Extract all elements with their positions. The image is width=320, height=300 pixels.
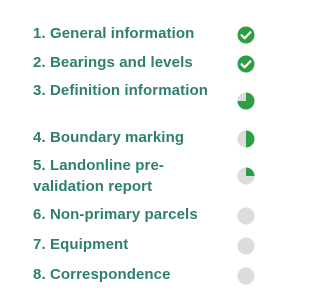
step-equipment[interactable]: 7. Equipment — [0, 234, 271, 258]
empty-circle-icon — [237, 207, 255, 225]
step-label: 6. Non-primary parcels — [33, 206, 198, 223]
step-landonline-pre-validation-report[interactable]: 5. Landonline pre-validation report — [0, 155, 271, 197]
step-label: 2. Bearings and levels — [33, 54, 193, 71]
status-graphic — [237, 237, 255, 255]
empty-circle-icon — [237, 267, 255, 285]
progress-pie-icon — [237, 167, 255, 185]
status-graphic — [237, 130, 255, 148]
progress-wedge — [246, 130, 255, 148]
status-graphic — [237, 26, 255, 44]
step-progress-panel: 1. General information 2. Bearings and l… — [0, 0, 271, 300]
status-graphic — [237, 55, 255, 73]
status-graphic — [237, 167, 255, 185]
status-circle — [237, 26, 255, 44]
check-circle-icon — [237, 55, 255, 73]
step-bearings-and-levels[interactable]: 2. Bearings and levels — [0, 52, 271, 76]
status-circle — [237, 237, 255, 255]
step-label: 4. Boundary marking — [33, 129, 185, 146]
status-graphic — [237, 267, 255, 285]
status-graphic — [237, 207, 255, 225]
step-definition-information[interactable]: 3. Definition information — [0, 80, 271, 122]
step-correspondence[interactable]: 8. Correspondence — [0, 264, 271, 288]
status-circle — [237, 55, 255, 73]
progress-pie-icon — [237, 92, 255, 110]
progress-wedge — [246, 167, 255, 176]
step-general-information[interactable]: 1. General information — [0, 23, 271, 47]
empty-circle-icon — [237, 237, 255, 255]
step-boundary-marking[interactable]: 4. Boundary marking — [0, 127, 271, 151]
status-graphic — [237, 92, 255, 110]
status-circle — [237, 267, 255, 285]
step-label: 5. Landonline pre-validation report — [33, 157, 164, 195]
step-label: 3. Definition information — [33, 82, 208, 99]
step-label: 1. General information — [33, 25, 195, 42]
step-label: 8. Correspondence — [33, 266, 171, 283]
progress-pie-icon — [237, 130, 255, 148]
step-non-primary-parcels[interactable]: 6. Non-primary parcels — [0, 204, 271, 228]
status-circle — [237, 207, 255, 225]
check-circle-icon — [237, 26, 255, 44]
step-label: 7. Equipment — [33, 236, 129, 253]
